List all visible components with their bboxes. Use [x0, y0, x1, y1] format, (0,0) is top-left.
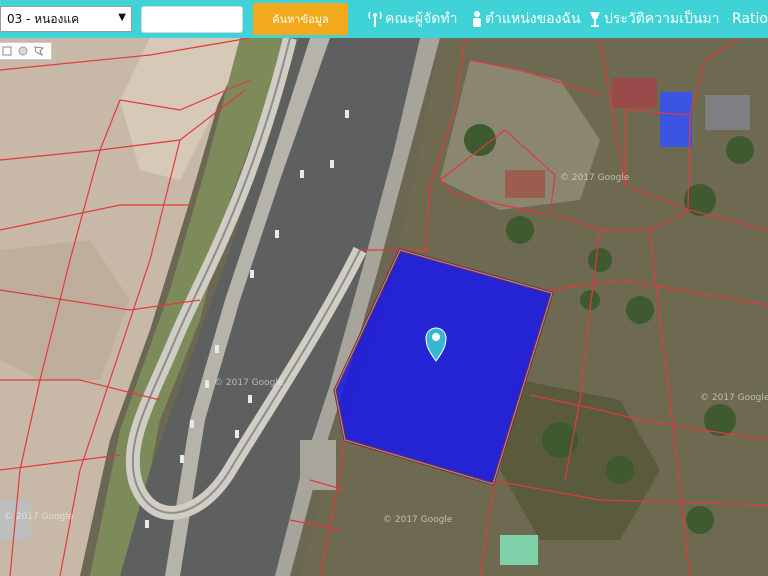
nav-history[interactable]: ประวัติความเป็นมา — [589, 0, 720, 38]
search-button[interactable]: ค้นหาข้อมูล — [253, 3, 348, 35]
district-select[interactable]: 03 - หนองแค ▼ — [0, 6, 132, 32]
antenna-icon — [368, 11, 382, 27]
circle-tool-icon[interactable] — [18, 46, 28, 56]
map-watermark: © 2017 Google — [700, 393, 768, 403]
map-canvas[interactable]: © 2017 Google © 2017 Google © 2017 Googl… — [0, 0, 768, 576]
map-watermark: © 2017 Google — [560, 173, 630, 183]
tag-icon — [728, 18, 729, 20]
polygon-tool-icon[interactable] — [34, 46, 44, 56]
draw-tools — [0, 42, 52, 60]
top-toolbar: 03 - หนองแค ▼ ค้นหาข้อมูล คณะผู้จัดทำ ตำ… — [0, 0, 768, 38]
building-green-roof — [500, 535, 538, 565]
person-icon — [473, 11, 481, 27]
nav-ratio-label: Ratio — [732, 11, 768, 27]
district-select-value: 03 - หนองแค — [7, 11, 80, 26]
building-blue-roof — [660, 92, 692, 147]
building-red-roof — [505, 170, 545, 198]
nav-committee-label: คณะผู้จัดทำ — [385, 11, 458, 27]
nav-committee[interactable]: คณะผู้จัดทำ — [368, 0, 457, 38]
map-watermark: © 2017 Google — [383, 515, 453, 525]
nav-ratio[interactable]: Ratio — [728, 0, 768, 38]
map-watermark: © 2017 Google — [4, 512, 74, 522]
nav-history-label: ประวัติความเป็นมา — [604, 11, 720, 27]
building-grey-roof — [705, 95, 750, 130]
nav-my-location-label: ตำแหน่งของฉัน — [485, 11, 581, 27]
map-watermark: © 2017 Google — [214, 378, 284, 388]
search-input[interactable] — [141, 6, 243, 33]
chevron-down-icon: ▼ — [118, 12, 126, 23]
building-roof — [612, 78, 657, 108]
nav-my-location[interactable]: ตำแหน่งของฉัน — [472, 0, 581, 38]
square-tool-icon[interactable] — [2, 46, 12, 56]
goblet-icon — [590, 12, 600, 27]
